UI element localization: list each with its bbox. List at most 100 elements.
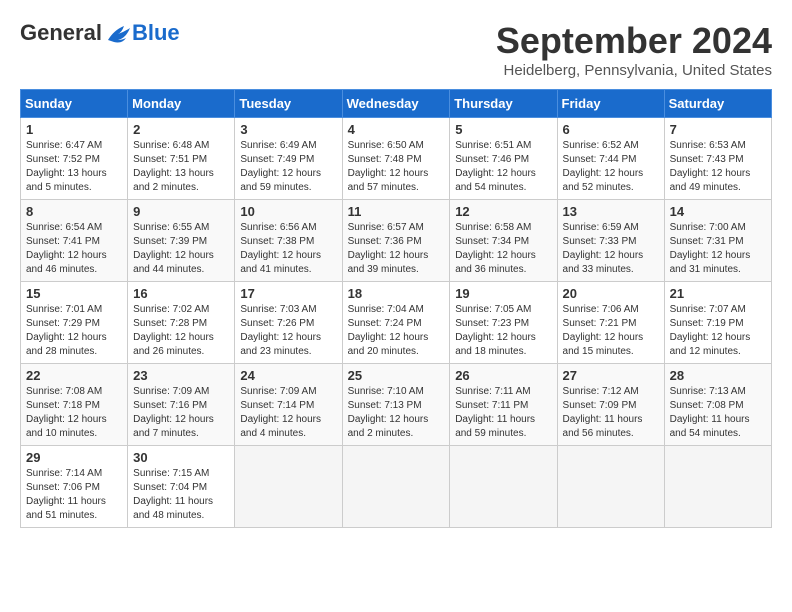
col-header-thursday: Thursday bbox=[450, 90, 557, 118]
day-info: Sunrise: 7:09 AM Sunset: 7:14 PM Dayligh… bbox=[240, 385, 336, 441]
day-info: Sunrise: 6:53 AM Sunset: 7:43 PM Dayligh… bbox=[670, 139, 766, 195]
day-number: 10 bbox=[240, 204, 336, 219]
calendar-cell: 12Sunrise: 6:58 AM Sunset: 7:34 PM Dayli… bbox=[450, 200, 557, 282]
day-info: Sunrise: 7:09 AM Sunset: 7:16 PM Dayligh… bbox=[133, 385, 229, 441]
day-number: 3 bbox=[240, 122, 336, 137]
day-number: 16 bbox=[133, 286, 229, 301]
calendar-cell: 17 Sunrise: 7:03 AM Sunset: 7:26 PM Dayli… bbox=[235, 282, 342, 364]
day-number: 20 bbox=[563, 286, 659, 301]
day-info: Sunrise: 7:05 AM Sunset: 7:23 PM Dayligh… bbox=[455, 303, 551, 359]
calendar-cell: 4Sunrise: 6:50 AM Sunset: 7:48 PM Daylig… bbox=[342, 118, 450, 200]
day-info: Sunrise: 7:06 AM Sunset: 7:21 PM Dayligh… bbox=[563, 303, 659, 359]
day-number: 25 bbox=[348, 368, 445, 383]
day-info: Sunrise: 7:00 AM Sunset: 7:31 PM Dayligh… bbox=[670, 221, 766, 277]
day-number: 28 bbox=[670, 368, 766, 383]
calendar-cell: 2 Sunrise: 6:48 AM Sunset: 7:51 PM Daylig… bbox=[128, 118, 235, 200]
calendar-cell: 20 Sunrise: 7:06 AM Sunset: 7:21 PM Dayli… bbox=[557, 282, 664, 364]
calendar-cell: 22 Sunrise: 7:08 AM Sunset: 7:18 PM Dayli… bbox=[21, 364, 128, 446]
calendar-cell: 7Sunrise: 6:53 AM Sunset: 7:43 PM Daylig… bbox=[664, 118, 771, 200]
day-info: Sunrise: 6:54 AM Sunset: 7:41 PM Dayligh… bbox=[26, 221, 122, 277]
calendar-cell: 1Sunrise: 6:47 AM Sunset: 7:52 PM Daylig… bbox=[21, 118, 128, 200]
calendar-week-row: 8Sunrise: 6:54 AM Sunset: 7:41 PM Daylig… bbox=[21, 200, 772, 282]
day-number: 2 bbox=[133, 122, 229, 137]
calendar-cell: 23 Sunrise: 7:09 AM Sunset: 7:16 PM Dayli… bbox=[128, 364, 235, 446]
day-number: 22 bbox=[26, 368, 122, 383]
col-header-sunday: Sunday bbox=[21, 90, 128, 118]
day-info: Sunrise: 7:04 AM Sunset: 7:24 PM Dayligh… bbox=[348, 303, 445, 359]
location-text: Heidelberg, Pennsylvania, United States bbox=[496, 62, 772, 79]
calendar-header-row: SundayMondayTuesdayWednesdayThursdayFrid… bbox=[21, 90, 772, 118]
day-info: Sunrise: 7:02 AM Sunset: 7:28 PM Dayligh… bbox=[133, 303, 229, 359]
calendar-table: SundayMondayTuesdayWednesdayThursdayFrid… bbox=[20, 89, 772, 528]
calendar-cell: 13 Sunrise: 6:59 AM Sunset: 7:33 PM Dayli… bbox=[557, 200, 664, 282]
day-number: 19 bbox=[455, 286, 551, 301]
calendar-cell bbox=[235, 446, 342, 528]
day-info: Sunrise: 6:51 AM Sunset: 7:46 PM Dayligh… bbox=[455, 139, 551, 195]
calendar-cell: 26 Sunrise: 7:11 AM Sunset: 7:11 PM Dayli… bbox=[450, 364, 557, 446]
day-info: Sunrise: 6:49 AM Sunset: 7:49 PM Dayligh… bbox=[240, 139, 336, 195]
calendar-cell: 3 Sunrise: 6:49 AM Sunset: 7:49 PM Daylig… bbox=[235, 118, 342, 200]
day-info: Sunrise: 7:03 AM Sunset: 7:26 PM Dayligh… bbox=[240, 303, 336, 359]
title-section: September 2024 Heidelberg, Pennsylvania,… bbox=[496, 20, 772, 79]
calendar-week-row: 29 Sunrise: 7:14 AM Sunset: 7:06 PM Dayli… bbox=[21, 446, 772, 528]
calendar-cell: 18 Sunrise: 7:04 AM Sunset: 7:24 PM Dayli… bbox=[342, 282, 450, 364]
day-info: Sunrise: 6:57 AM Sunset: 7:36 PM Dayligh… bbox=[348, 221, 445, 277]
day-number: 17 bbox=[240, 286, 336, 301]
calendar-cell: 14 Sunrise: 7:00 AM Sunset: 7:31 PM Dayli… bbox=[664, 200, 771, 282]
day-number: 15 bbox=[26, 286, 122, 301]
day-info: Sunrise: 7:01 AM Sunset: 7:29 PM Dayligh… bbox=[26, 303, 122, 359]
day-info: Sunrise: 7:07 AM Sunset: 7:19 PM Dayligh… bbox=[670, 303, 766, 359]
day-info: Sunrise: 6:50 AM Sunset: 7:48 PM Dayligh… bbox=[348, 139, 445, 195]
day-info: Sunrise: 7:11 AM Sunset: 7:11 PM Dayligh… bbox=[455, 385, 551, 441]
day-info: Sunrise: 7:10 AM Sunset: 7:13 PM Dayligh… bbox=[348, 385, 445, 441]
calendar-cell: 10 Sunrise: 6:56 AM Sunset: 7:38 PM Dayli… bbox=[235, 200, 342, 282]
month-title: September 2024 bbox=[496, 20, 772, 62]
day-info: Sunrise: 6:59 AM Sunset: 7:33 PM Dayligh… bbox=[563, 221, 659, 277]
calendar-cell: 5Sunrise: 6:51 AM Sunset: 7:46 PM Daylig… bbox=[450, 118, 557, 200]
calendar-cell: 11 Sunrise: 6:57 AM Sunset: 7:36 PM Dayli… bbox=[342, 200, 450, 282]
logo-blue-text: Blue bbox=[132, 20, 180, 46]
day-info: Sunrise: 6:58 AM Sunset: 7:34 PM Dayligh… bbox=[455, 221, 551, 277]
calendar-cell bbox=[664, 446, 771, 528]
day-number: 30 bbox=[133, 450, 229, 465]
day-number: 11 bbox=[348, 204, 445, 219]
calendar-cell: 19 Sunrise: 7:05 AM Sunset: 7:23 PM Dayli… bbox=[450, 282, 557, 364]
calendar-cell bbox=[557, 446, 664, 528]
day-info: Sunrise: 7:14 AM Sunset: 7:06 PM Dayligh… bbox=[26, 467, 122, 523]
day-info: Sunrise: 7:12 AM Sunset: 7:09 PM Dayligh… bbox=[563, 385, 659, 441]
day-number: 23 bbox=[133, 368, 229, 383]
day-info: Sunrise: 6:48 AM Sunset: 7:51 PM Dayligh… bbox=[133, 139, 229, 195]
calendar-cell bbox=[450, 446, 557, 528]
calendar-cell: 25 Sunrise: 7:10 AM Sunset: 7:13 PM Dayli… bbox=[342, 364, 450, 446]
calendar-cell: 8Sunrise: 6:54 AM Sunset: 7:41 PM Daylig… bbox=[21, 200, 128, 282]
calendar-cell: 9 Sunrise: 6:55 AM Sunset: 7:39 PM Daylig… bbox=[128, 200, 235, 282]
col-header-monday: Monday bbox=[128, 90, 235, 118]
col-header-friday: Friday bbox=[557, 90, 664, 118]
day-number: 14 bbox=[670, 204, 766, 219]
col-header-saturday: Saturday bbox=[664, 90, 771, 118]
calendar-week-row: 22 Sunrise: 7:08 AM Sunset: 7:18 PM Dayli… bbox=[21, 364, 772, 446]
day-number: 9 bbox=[133, 204, 229, 219]
calendar-cell: 15 Sunrise: 7:01 AM Sunset: 7:29 PM Dayli… bbox=[21, 282, 128, 364]
day-info: Sunrise: 6:55 AM Sunset: 7:39 PM Dayligh… bbox=[133, 221, 229, 277]
col-header-tuesday: Tuesday bbox=[235, 90, 342, 118]
day-info: Sunrise: 7:08 AM Sunset: 7:18 PM Dayligh… bbox=[26, 385, 122, 441]
col-header-wednesday: Wednesday bbox=[342, 90, 450, 118]
logo: General Blue bbox=[20, 20, 180, 46]
day-info: Sunrise: 7:13 AM Sunset: 7:08 PM Dayligh… bbox=[670, 385, 766, 441]
day-info: Sunrise: 6:56 AM Sunset: 7:38 PM Dayligh… bbox=[240, 221, 336, 277]
day-number: 13 bbox=[563, 204, 659, 219]
calendar-week-row: 1Sunrise: 6:47 AM Sunset: 7:52 PM Daylig… bbox=[21, 118, 772, 200]
calendar-cell bbox=[342, 446, 450, 528]
day-number: 18 bbox=[348, 286, 445, 301]
day-number: 26 bbox=[455, 368, 551, 383]
day-info: Sunrise: 6:52 AM Sunset: 7:44 PM Dayligh… bbox=[563, 139, 659, 195]
logo-general-text: General bbox=[20, 20, 102, 46]
day-info: Sunrise: 6:47 AM Sunset: 7:52 PM Dayligh… bbox=[26, 139, 122, 195]
day-info: Sunrise: 7:15 AM Sunset: 7:04 PM Dayligh… bbox=[133, 467, 229, 523]
day-number: 6 bbox=[563, 122, 659, 137]
calendar-cell: 28 Sunrise: 7:13 AM Sunset: 7:08 PM Dayli… bbox=[664, 364, 771, 446]
day-number: 29 bbox=[26, 450, 122, 465]
day-number: 24 bbox=[240, 368, 336, 383]
calendar-cell: 27Sunrise: 7:12 AM Sunset: 7:09 PM Dayli… bbox=[557, 364, 664, 446]
